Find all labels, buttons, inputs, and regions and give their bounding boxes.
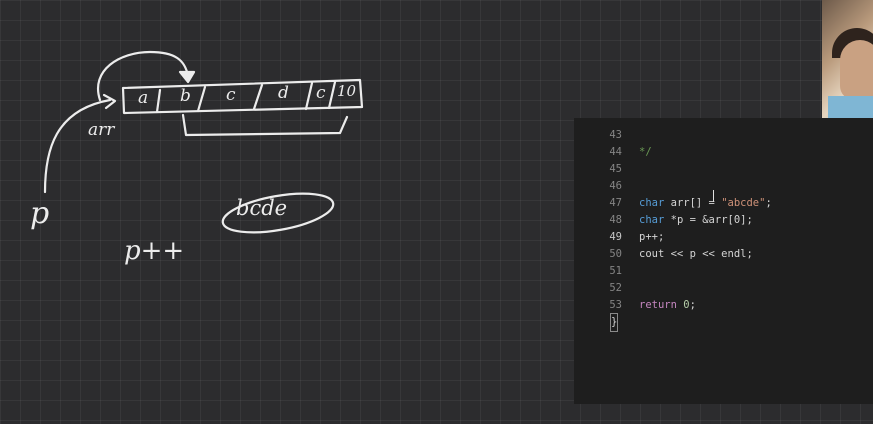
array-cell: c: [316, 83, 326, 103]
code-line[interactable]: 48 p++;: [574, 195, 873, 243]
code-editor[interactable]: 43 */ 44 45 46 char arr[] = "abcde"; 47 …: [574, 118, 873, 404]
pointer-arrow: [43, 98, 112, 194]
array-cell: a: [138, 88, 149, 108]
code-text: return 0;: [639, 299, 696, 311]
closing-brace: }: [609, 313, 619, 332]
code-line[interactable]: 50: [574, 229, 873, 260]
code-line-active[interactable]: 49 cout << p << endl;: [574, 212, 873, 260]
cell-divider: [155, 88, 162, 114]
array-cell: 10: [337, 82, 357, 100]
cell-divider: [304, 81, 314, 111]
code-line[interactable]: 52 return 0;: [574, 263, 873, 311]
code-line[interactable]: 43 */: [574, 110, 873, 158]
array-cell: d: [278, 83, 289, 103]
code-line[interactable]: 45: [574, 144, 873, 175]
cell-divider: [327, 80, 337, 110]
array-cell: c: [226, 85, 236, 105]
cell-divider: [196, 85, 207, 113]
pointer-label: p: [30, 196, 50, 231]
webcam-overlay: [822, 0, 873, 118]
code-line[interactable]: 44: [574, 127, 873, 158]
cell-divider: [252, 83, 264, 111]
code-line[interactable]: 46 char arr[] = "abcde";: [574, 161, 873, 209]
arr-label: arr: [88, 120, 115, 140]
text-cursor: [713, 190, 714, 202]
output-label: bcde: [236, 196, 288, 220]
substring-bracket: [181, 113, 349, 137]
array-cell: b: [180, 86, 191, 106]
code-line[interactable]: 47 char *p = &arr[0];: [574, 178, 873, 226]
line-number: 53: [609, 299, 622, 311]
increment-label: p++: [124, 236, 185, 266]
arrowhead: [178, 70, 196, 84]
code-line[interactable]: 51: [574, 246, 873, 277]
code-line[interactable]: 53 }: [574, 280, 873, 332]
